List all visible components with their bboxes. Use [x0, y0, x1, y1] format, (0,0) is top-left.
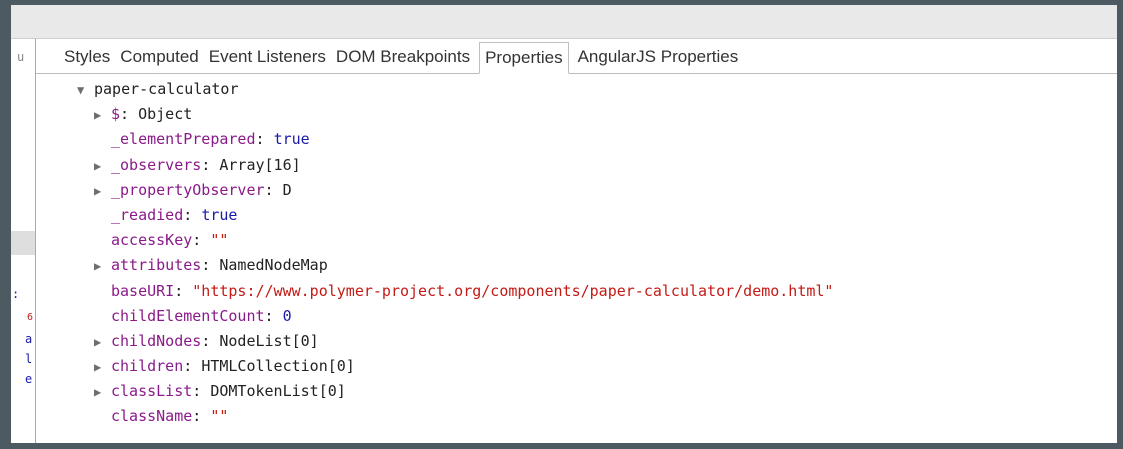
property-row[interactable]: ▶ childNodes: NodeList[0]: [36, 329, 1117, 354]
collapsed-triangle-icon[interactable]: ▶: [94, 355, 111, 380]
elements-panel-edge: u : 6 a l e: [11, 39, 36, 443]
left-fragment: u: [17, 50, 25, 64]
key-value-separator: :: [192, 407, 211, 426]
properties-tree: ▼ paper-calculator ▶ $: Object _elementPrep…: [36, 77, 1117, 443]
property-row[interactable]: ▶ attributes: NamedNodeMap: [36, 253, 1117, 278]
property-row[interactable]: baseURI: "https://www.polymer-project.or…: [36, 279, 1117, 304]
key-value-separator: :: [192, 382, 211, 401]
property-row[interactable]: ▶ classList: DOMTokenList[0]: [36, 379, 1117, 404]
tab-styles[interactable]: Styles: [36, 42, 115, 72]
devtools-window: u : 6 a l e Styles Computed Event Listener…: [0, 0, 1123, 449]
property-value: NodeList[0]: [219, 331, 319, 350]
left-fragment: a: [25, 332, 33, 346]
root-node-label: paper-calculator: [94, 80, 239, 98]
property-value: Array[16]: [219, 155, 301, 174]
property-value: Object: [138, 105, 193, 124]
property-key: _propertyObserver: [111, 180, 265, 199]
property-key: _elementPrepared: [111, 130, 256, 149]
property-row[interactable]: ▶ _observers: Array[16]: [36, 153, 1117, 178]
property-value: D: [282, 180, 292, 199]
key-value-separator: :: [120, 105, 139, 124]
property-value: "https://www.polymer-project.org/compone…: [192, 281, 834, 300]
property-key: classList: [111, 382, 193, 401]
sidebar-tabs: Styles Computed Event Listeners DOM Breakpo…: [36, 40, 1117, 74]
property-row[interactable]: _elementPrepared: true: [36, 127, 1117, 152]
key-value-separator: :: [201, 155, 220, 174]
key-value-separator: :: [174, 281, 193, 300]
left-fragment: 6: [27, 312, 34, 323]
property-value: true: [273, 130, 310, 149]
property-value: true: [201, 205, 238, 224]
collapsed-triangle-icon[interactable]: ▶: [94, 330, 111, 355]
tab-computed[interactable]: Computed: [115, 42, 203, 72]
property-key: accessKey: [111, 231, 193, 250]
collapsed-triangle-icon[interactable]: ▶: [94, 103, 111, 128]
collapsed-triangle-icon[interactable]: ▶: [94, 254, 111, 279]
property-value: "": [210, 407, 229, 426]
selected-row-highlight: [11, 231, 35, 255]
property-key: className: [111, 407, 193, 426]
tab-event-listeners[interactable]: Event Listeners: [204, 42, 331, 72]
key-value-separator: :: [264, 180, 283, 199]
property-key: children: [111, 357, 184, 376]
key-value-separator: :: [264, 306, 283, 325]
left-fragment: :: [12, 287, 20, 301]
tab-dom-breakpoints[interactable]: DOM Breakpoints: [331, 42, 475, 72]
left-fragment: e: [25, 372, 33, 386]
property-value: HTMLCollection[0]: [201, 357, 355, 376]
property-row[interactable]: ▶ _propertyObserver: D: [36, 178, 1117, 203]
property-key: attributes: [111, 256, 202, 275]
key-value-separator: :: [192, 231, 211, 250]
key-value-separator: :: [183, 205, 202, 224]
collapsed-triangle-icon[interactable]: ▶: [94, 154, 111, 179]
left-fragment: l: [25, 352, 33, 366]
key-value-separator: :: [255, 130, 274, 149]
property-row[interactable]: childElementCount: 0: [36, 304, 1117, 329]
property-key: $: [111, 105, 121, 124]
collapsed-triangle-icon[interactable]: ▶: [94, 179, 111, 204]
tree-root[interactable]: ▼ paper-calculator: [36, 77, 1117, 102]
property-key: childNodes: [111, 331, 202, 350]
property-value: DOMTokenList[0]: [210, 382, 346, 401]
property-row[interactable]: ▶ children: HTMLCollection[0]: [36, 354, 1117, 379]
tab-properties[interactable]: Properties: [479, 41, 569, 74]
expanded-triangle-icon[interactable]: ▼: [77, 78, 94, 103]
property-row[interactable]: ▶ $: Object: [36, 102, 1117, 127]
property-row[interactable]: className: "": [36, 404, 1117, 429]
property-key: childElementCount: [111, 306, 265, 325]
property-value: NamedNodeMap: [219, 256, 328, 275]
property-row[interactable]: accessKey: "": [36, 228, 1117, 253]
key-value-separator: :: [201, 256, 220, 275]
devtools-toolbar: [11, 5, 1117, 39]
property-value: 0: [282, 306, 292, 325]
property-key: _observers: [111, 155, 202, 174]
property-value: "": [210, 231, 229, 250]
collapsed-triangle-icon[interactable]: ▶: [94, 380, 111, 405]
key-value-separator: :: [183, 357, 202, 376]
property-key: _readied: [111, 205, 184, 224]
property-row[interactable]: _readied: true: [36, 203, 1117, 228]
property-key: baseURI: [111, 281, 175, 300]
key-value-separator: :: [201, 331, 220, 350]
tab-angularjs-properties[interactable]: AngularJS Properties: [573, 42, 744, 72]
